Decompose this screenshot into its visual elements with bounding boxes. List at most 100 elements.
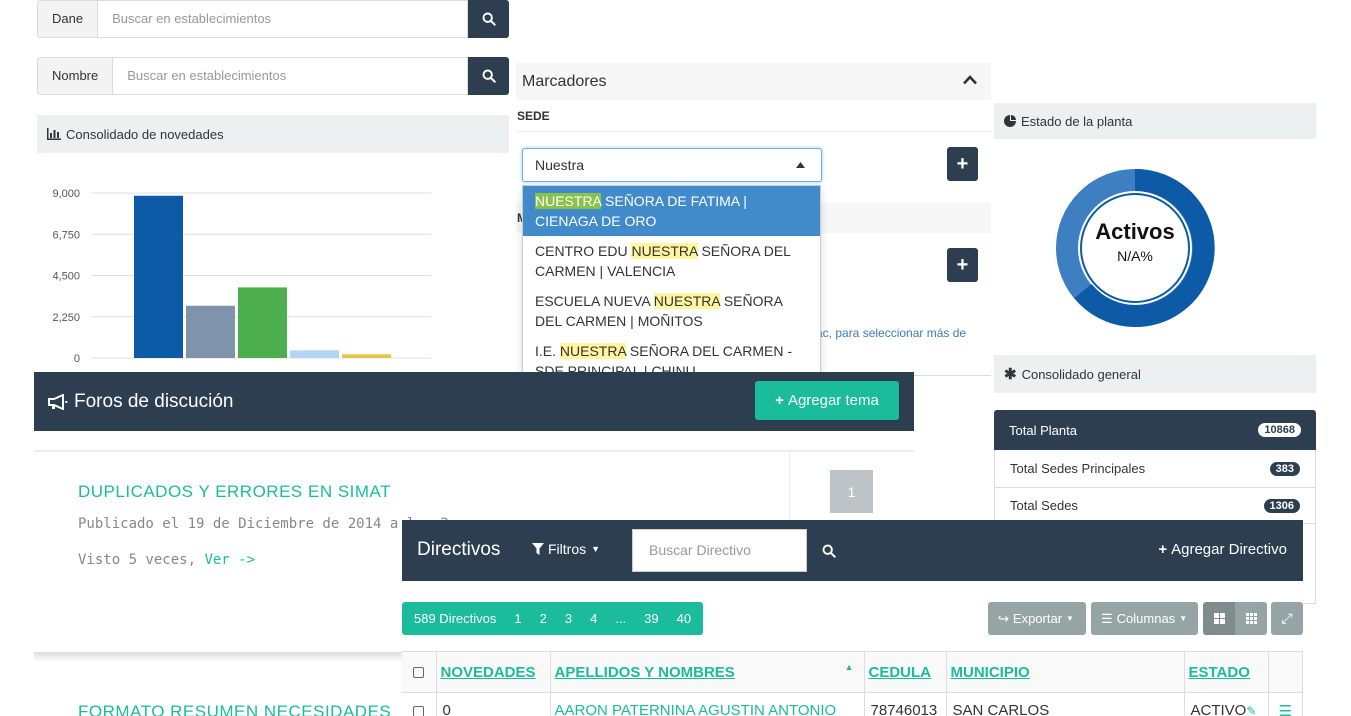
- col-estado-label: ESTADO: [1188, 663, 1250, 681]
- bar-chart-icon: [47, 128, 61, 140]
- cell-novedades: 0: [436, 692, 551, 716]
- columnas-label: Columnas: [1116, 611, 1176, 626]
- option-prefix: ESCUELA NUEVA: [535, 293, 654, 309]
- page-link[interactable]: ...: [606, 603, 635, 635]
- page-link[interactable]: 39: [635, 603, 667, 635]
- dane-search-button[interactable]: [468, 0, 509, 38]
- consolidado-novedades-header: Consolidado de novedades: [37, 115, 509, 153]
- search-icon[interactable]: [822, 544, 836, 558]
- consolidado-general-title: Consolidado general: [1021, 366, 1141, 382]
- filter-icon: [532, 543, 544, 555]
- option-prefix: I.E.: [535, 343, 560, 359]
- select-all-checkbox[interactable]: [413, 667, 425, 679]
- marcadores-header[interactable]: Marcadores: [516, 63, 991, 100]
- post-view-link[interactable]: Ver ->: [204, 552, 255, 568]
- col-estado[interactable]: ESTADO: [1184, 651, 1269, 693]
- hint-text: ac, para seleccionar más de: [816, 326, 967, 340]
- cell-estado: ACTIVO✎: [1184, 692, 1269, 716]
- grid-small-icon: [1245, 613, 1257, 624]
- fullscreen-button[interactable]: ⤢: [1271, 602, 1303, 635]
- row-details-icon[interactable]: ☰: [1268, 692, 1303, 716]
- chart-bar[interactable]: [186, 305, 235, 358]
- cell-nombre-link[interactable]: AARON PATERNINA AGUSTIN ANTONIO: [550, 692, 865, 716]
- col-cedula[interactable]: CEDULA: [864, 651, 947, 693]
- total-planta-label: Total Planta: [1009, 422, 1077, 438]
- page-link[interactable]: 40: [668, 603, 700, 635]
- sede-select[interactable]: Nuestra: [522, 148, 822, 182]
- list-item[interactable]: Total Planta 10868: [994, 410, 1316, 450]
- chart-bar[interactable]: [238, 287, 287, 358]
- caret-down-icon: ▼: [1066, 614, 1074, 623]
- col-municipio[interactable]: MUNICIPIO: [946, 651, 1185, 693]
- y-tick-label: 6,750: [52, 229, 80, 241]
- col-municipio-label: MUNICIPIO: [950, 663, 1030, 681]
- option-prefix: CENTRO EDU: [535, 243, 632, 259]
- grid-large-icon: [1213, 613, 1225, 624]
- caret-down-icon: ▼: [591, 544, 601, 554]
- directivos-panel: Directivos Filtros ▼ Buscar Directivo + …: [402, 520, 1303, 716]
- table-view-button[interactable]: [1235, 602, 1267, 635]
- edit-icon[interactable]: ✎: [1246, 704, 1256, 716]
- plus-icon: +: [956, 152, 969, 175]
- view-toggle: [1203, 602, 1267, 635]
- dane-search-input[interactable]: Buscar en establecimientos: [97, 0, 468, 38]
- y-tick-label: 9,000: [52, 188, 80, 200]
- col-nombres[interactable]: APELLIDOS Y NOMBRES ▲: [550, 651, 865, 693]
- columnas-button[interactable]: ☰ Columnas ▼: [1091, 602, 1198, 635]
- chart-bar[interactable]: [290, 350, 339, 358]
- buscar-directivo-input[interactable]: Buscar Directivo: [632, 529, 807, 572]
- table-row: 0 AARON PATERNINA AGUSTIN ANTONIO 787460…: [402, 692, 1303, 716]
- select-all-cell: [402, 651, 437, 693]
- estado-planta-title: Estado de la planta: [1021, 113, 1133, 129]
- dropdown-option[interactable]: NUESTRA SEÑORA DE FATIMA | CIENAGA DE OR…: [523, 186, 820, 236]
- nombre-search-button[interactable]: [468, 57, 509, 95]
- nombre-search-input[interactable]: Buscar en establecimientos: [112, 57, 468, 95]
- post-title-link[interactable]: FORMATO RESUMEN NECESIDADES: [78, 702, 391, 716]
- page-link[interactable]: 3: [556, 603, 581, 635]
- col-novedades[interactable]: NOVEDADES: [436, 651, 551, 693]
- total-planta-badge: 10868: [1258, 423, 1301, 437]
- chevron-up-icon[interactable]: [963, 75, 977, 85]
- pie-chart-icon: [1004, 115, 1016, 127]
- consolidado-general-header: ✱ Consolidado general: [994, 355, 1316, 393]
- dropdown-option[interactable]: ESCUELA NUEVA NUESTRA SEÑORA DEL CARMEN …: [523, 286, 820, 336]
- y-tick-label: 0: [74, 353, 80, 365]
- col-novedades-label: NOVEDADES: [440, 663, 536, 681]
- pagination: 589 Directivos 1 2 3 4... 39 40: [402, 602, 704, 635]
- total-sedes-label: Total Sedes: [1010, 498, 1078, 513]
- chart-bar[interactable]: [342, 354, 391, 358]
- agregar-tema-label: Agregar tema: [787, 392, 879, 409]
- page-link[interactable]: 2: [531, 603, 556, 635]
- sede-label: SEDE: [517, 109, 550, 123]
- plus-icon: +: [775, 392, 784, 409]
- marcadores-title: Marcadores: [522, 72, 607, 90]
- plus-icon: +: [1158, 541, 1168, 558]
- list-item[interactable]: Total Sedes Principales 383: [994, 450, 1316, 488]
- directivos-title: Directivos: [417, 539, 501, 560]
- post-title-link[interactable]: DUPLICADOS Y ERRORES EN SIMAT: [78, 482, 391, 502]
- page-marker[interactable]: 1: [830, 470, 873, 513]
- agregar-tema-button[interactable]: + Agregar tema: [755, 381, 899, 420]
- option-highlight: NUESTRA: [535, 193, 602, 209]
- estado-text: ACTIVO: [1190, 702, 1247, 716]
- page-link[interactable]: 4: [581, 603, 606, 635]
- add-sede-button[interactable]: +: [947, 147, 978, 181]
- add-marcador-button[interactable]: +: [947, 248, 978, 282]
- card-view-button[interactable]: [1203, 602, 1235, 635]
- page-link[interactable]: 1: [505, 603, 530, 635]
- y-tick-label: 4,500: [52, 271, 80, 283]
- dropdown-option[interactable]: CENTRO EDU NUESTRA SEÑORA DEL CARMEN | V…: [523, 236, 820, 286]
- exportar-button[interactable]: ↪ Exportar ▼: [988, 602, 1086, 635]
- filtros-dropdown[interactable]: Filtros ▼: [532, 541, 600, 557]
- share-icon: ↪: [998, 610, 1009, 626]
- list-item[interactable]: Total Sedes 1306: [994, 488, 1316, 524]
- expand-icon: ⤢: [1281, 610, 1293, 626]
- list-icon: ☰: [1101, 610, 1113, 626]
- caret-up-icon: [796, 162, 805, 168]
- row-checkbox[interactable]: [413, 705, 425, 716]
- cell-cedula: 78746013: [864, 692, 947, 716]
- dropdown-option[interactable]: I.E. NUESTRA SEÑORA DEL CARMEN - SDE PRI…: [523, 336, 820, 372]
- agregar-directivo-button[interactable]: + Agregar Directivo: [1158, 541, 1287, 558]
- chart-bar[interactable]: [134, 195, 183, 358]
- post-views: Visto 5 veces, Ver ->: [78, 552, 255, 568]
